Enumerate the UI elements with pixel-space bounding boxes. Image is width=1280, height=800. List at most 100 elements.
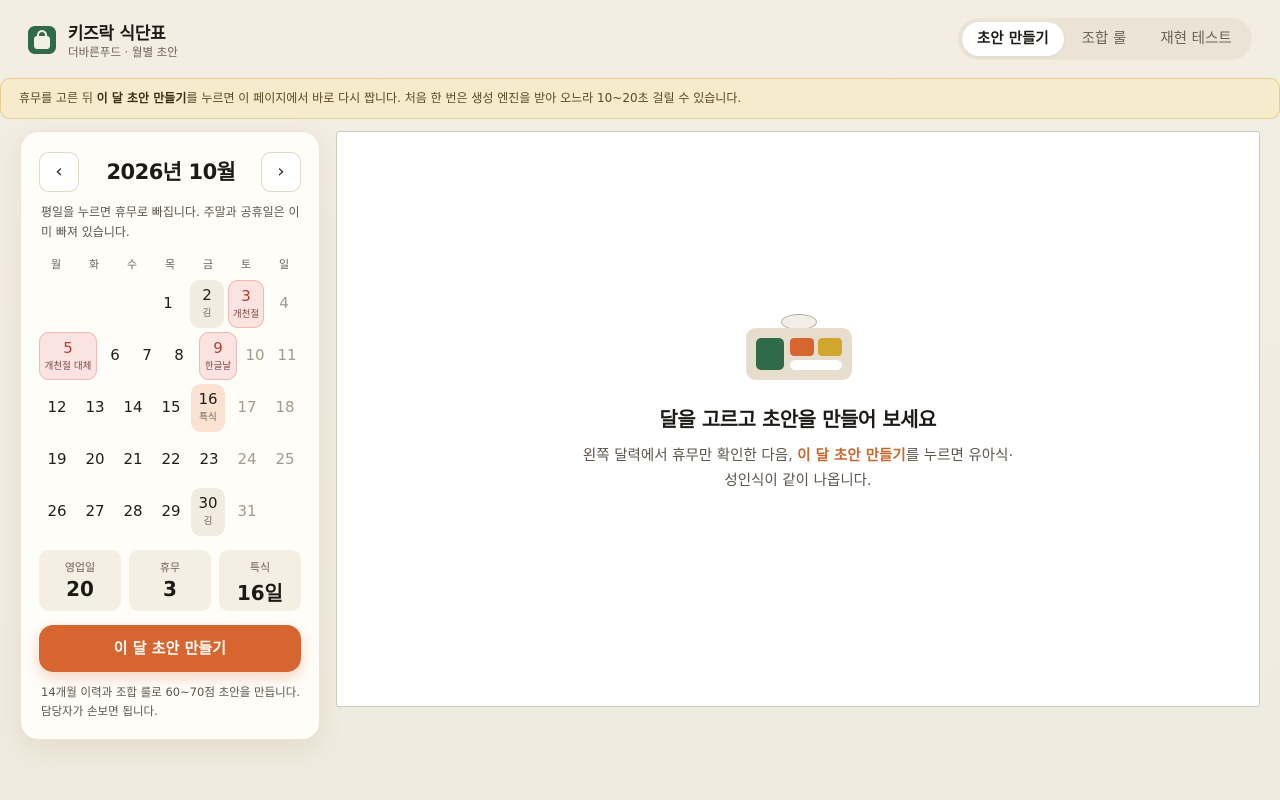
weekday-label: 화: [88, 258, 100, 271]
day-number: 27: [85, 502, 105, 520]
calendar-day[interactable]: 1: [150, 280, 186, 328]
calendar-day[interactable]: 27: [79, 488, 111, 536]
calendar-day[interactable]: 22: [155, 436, 187, 484]
day-number: 25: [275, 450, 295, 468]
stat-label: 영업일: [64, 561, 96, 574]
calendar-day[interactable]: 12: [41, 384, 73, 432]
calendar-day[interactable]: 6: [101, 332, 129, 380]
day-number: 24: [237, 450, 257, 468]
stat-special-meal: 특식 16일: [219, 550, 301, 611]
day-tag: 김: [203, 516, 213, 527]
calendar-day[interactable]: 20: [79, 436, 111, 484]
notice-text-emphasis: 이 달 초안 만들기: [96, 91, 187, 105]
calendar-day: 4: [267, 280, 301, 328]
notice-text-post: 를 누르면 이 페이지에서 바로 다시 짭니다. 처음 한 번은 생성 엔진을 …: [186, 91, 742, 105]
day-number: 14: [123, 398, 143, 416]
day-number: 26: [47, 502, 67, 520]
calendar-day: 25: [269, 436, 301, 484]
calendar-day: 3 개천절: [228, 280, 264, 328]
calendar-day: 24: [231, 436, 263, 484]
calendar-day[interactable]: 26: [41, 488, 73, 536]
calendar-panel: ‹ 2026년 10월 › 평일을 누르면 휴무로 빠집니다. 주말과 공휴일은…: [20, 131, 320, 740]
calendar-day[interactable]: 16 특식: [191, 384, 225, 432]
calendar-day[interactable]: 23: [193, 436, 225, 484]
day-number: 31: [237, 502, 257, 520]
day-tag: 개천절 대체: [44, 361, 92, 372]
stat-label: 휴무: [159, 561, 181, 574]
day-number: 28: [123, 502, 143, 520]
day-number: 18: [275, 398, 295, 416]
draft-result-panel: 달을 고르고 초안을 만들어 보세요 왼쪽 달력에서 휴무만 확인한 다음, 이…: [336, 131, 1260, 707]
day-tag: 한글날: [204, 361, 232, 372]
day-number: 7: [142, 346, 152, 364]
notice-text-pre: 휴무를 고른 뒤: [19, 91, 97, 105]
day-number: 19: [47, 450, 67, 468]
calendar-day[interactable]: 15: [155, 384, 187, 432]
tab-combo-rules[interactable]: 조합 룰: [1070, 22, 1138, 56]
stat-closed-days: 휴무 3: [129, 550, 211, 611]
day-number: 8: [174, 346, 184, 364]
app-header: 키즈락 식단표 더바른푸드 · 월별 초안 초안 만들기 조합 룰 재현 테스트: [0, 0, 1280, 78]
empty-desc-pre: 왼쪽 달력에서 휴무만 확인한 다음,: [582, 448, 798, 464]
empty-desc-emphasis: 이 달 초안 만들기: [797, 448, 906, 464]
calendar-day: 10: [241, 332, 269, 380]
weekday-label: 토: [240, 258, 252, 271]
calendar-day: 9 한글날: [199, 332, 237, 380]
calendar-day[interactable]: 29: [155, 488, 187, 536]
day-number: 4: [279, 294, 289, 312]
day-number: 11: [277, 346, 297, 364]
empty-state-description: 왼쪽 달력에서 휴무만 확인한 다음, 이 달 초안 만들기를 누르면 유아식·…: [579, 444, 1017, 494]
prev-month-button[interactable]: ‹: [39, 152, 79, 192]
tab-reproduce-test[interactable]: 재현 테스트: [1146, 22, 1246, 56]
calendar-day[interactable]: 7: [133, 332, 161, 380]
calendar-day: 11: [273, 332, 301, 380]
day-tag: 김: [202, 308, 212, 319]
calendar-day: 18: [269, 384, 301, 432]
month-title: 2026년 10월: [106, 160, 236, 184]
day-tag: 개천절: [232, 309, 260, 320]
day-tag: 특식: [199, 412, 217, 423]
weekday-label: 목: [164, 258, 176, 271]
day-number: 20: [85, 450, 105, 468]
day-number: 6: [110, 346, 120, 364]
day-number: 1: [163, 294, 173, 312]
lunchbox-icon: [28, 26, 56, 54]
day-number: 23: [199, 450, 219, 468]
weekday-label: 금: [202, 258, 214, 271]
day-number: 17: [237, 398, 257, 416]
day-number: 22: [161, 450, 181, 468]
calendar-day[interactable]: 21: [117, 436, 149, 484]
day-number: 9: [213, 339, 223, 357]
app-subtitle: 더바른푸드 · 월별 초안: [68, 45, 178, 59]
calendar-help-text: 평일을 누르면 휴무로 빠집니다. 주말과 공휴일은 이미 빠져 있습니다.: [41, 205, 300, 239]
weekday-label: 일: [278, 258, 290, 271]
generate-draft-button[interactable]: 이 달 초안 만들기: [39, 625, 301, 672]
stat-value: 16일: [236, 581, 284, 605]
weekday-label: 수: [126, 258, 138, 271]
next-month-button[interactable]: ›: [261, 152, 301, 192]
calendar-day[interactable]: 28: [117, 488, 149, 536]
calendar-day: 17: [231, 384, 263, 432]
calendar-day[interactable]: 8: [165, 332, 193, 380]
footnote: 14개월 이력과 조합 룰로 60~70점 초안을 만듭니다. 담당자가 손보면…: [41, 685, 300, 718]
stat-label: 특식: [249, 561, 271, 574]
calendar-day[interactable]: 14: [117, 384, 149, 432]
day-number: 3: [241, 287, 251, 305]
calendar-day[interactable]: 19: [41, 436, 73, 484]
tab-draft[interactable]: 초안 만들기: [962, 22, 1064, 56]
calendar-day[interactable]: 13: [79, 384, 111, 432]
empty-state-title: 달을 고르고 초안을 만들어 보세요: [659, 407, 937, 431]
stat-value: 3: [163, 577, 177, 601]
day-number: 21: [123, 450, 143, 468]
stat-value: 20: [66, 577, 94, 601]
day-number: 29: [161, 502, 181, 520]
day-number: 30: [198, 494, 218, 512]
calendar-day: 31: [231, 488, 263, 536]
calendar-day[interactable]: 30 김: [191, 488, 225, 536]
day-number: 2: [202, 286, 212, 304]
weekday-label: 월: [50, 258, 62, 271]
notice-banner: 휴무를 고른 뒤 이 달 초안 만들기를 누르면 이 페이지에서 바로 다시 짭…: [0, 78, 1280, 119]
tab-bar: 초안 만들기 조합 룰 재현 테스트: [958, 18, 1252, 60]
calendar-day: 5 개천절 대체: [39, 332, 97, 380]
calendar-day[interactable]: 2김: [190, 280, 224, 328]
